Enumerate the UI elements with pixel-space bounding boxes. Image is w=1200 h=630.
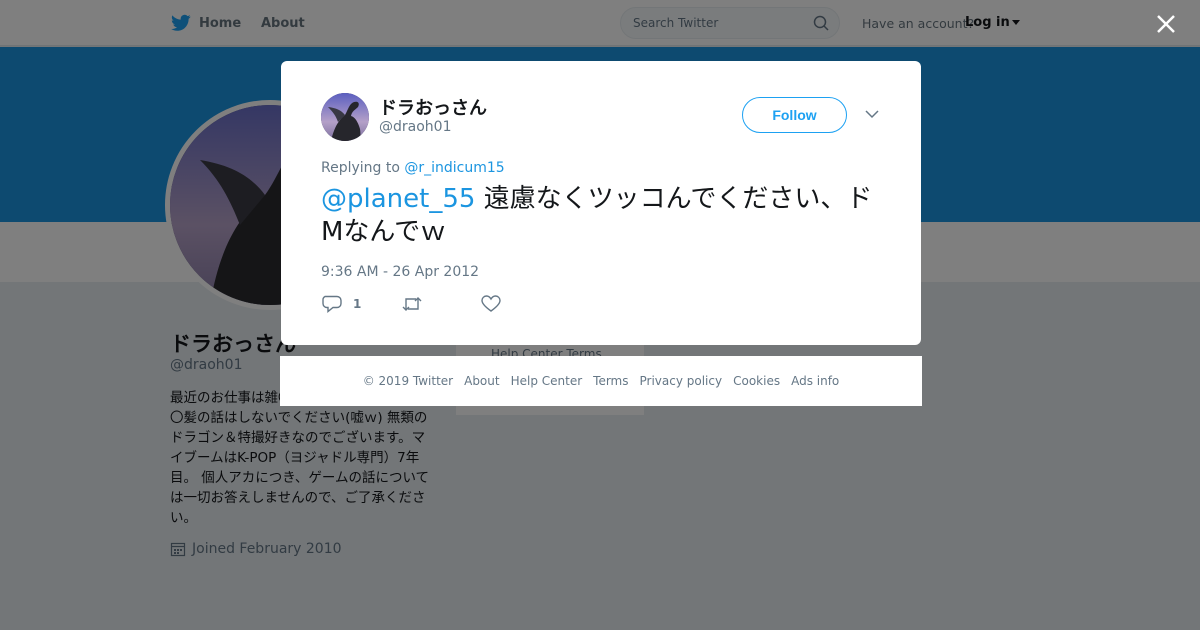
tweet-actions: 1: [321, 295, 501, 313]
footer-link-about[interactable]: About: [464, 374, 499, 388]
chevron-down-icon[interactable]: [865, 109, 879, 119]
like-button[interactable]: [481, 295, 501, 313]
footer-link-cookies[interactable]: Cookies: [733, 374, 780, 388]
heart-icon: [481, 295, 501, 312]
tweet-timestamp[interactable]: 9:36 AM - 26 Apr 2012: [321, 264, 479, 280]
close-icon: [1157, 15, 1175, 33]
reply-icon: [322, 295, 342, 313]
reply-button[interactable]: 1: [321, 295, 401, 313]
retweet-button[interactable]: [401, 295, 481, 313]
footer-link-privacy[interactable]: Privacy policy: [640, 374, 723, 388]
tweet-author-handle[interactable]: @draoh01: [379, 119, 451, 135]
reply-count: 1: [353, 297, 362, 311]
tweet-author-avatar[interactable]: [321, 93, 369, 141]
follow-button[interactable]: Follow: [742, 97, 847, 133]
footer-link-terms[interactable]: Terms: [593, 374, 628, 388]
replying-to-link[interactable]: @r_indicum15: [404, 160, 504, 176]
mention-link[interactable]: @planet_55: [321, 184, 475, 214]
replying-to: Replying to @r_indicum15: [321, 160, 505, 176]
footer-link-help-center[interactable]: Help Center: [511, 374, 583, 388]
tweet-modal: ドラおっさん @draoh01 Follow Replying to @r_in…: [281, 61, 921, 345]
modal-footer: © 2019 Twitter About Help Center Terms P…: [280, 356, 922, 406]
footer-copyright: © 2019 Twitter: [362, 374, 454, 388]
close-button[interactable]: [1152, 10, 1180, 38]
tweet-author-name[interactable]: ドラおっさん: [379, 94, 487, 120]
retweet-icon: [402, 297, 422, 311]
footer-link-ads-info[interactable]: Ads info: [791, 374, 839, 388]
dragon-avatar-image: [321, 93, 369, 141]
tweet-text: @planet_55 遠慮なくツッコんでください、ドMなんでｗ: [321, 183, 881, 249]
replying-prefix: Replying to: [321, 160, 400, 176]
